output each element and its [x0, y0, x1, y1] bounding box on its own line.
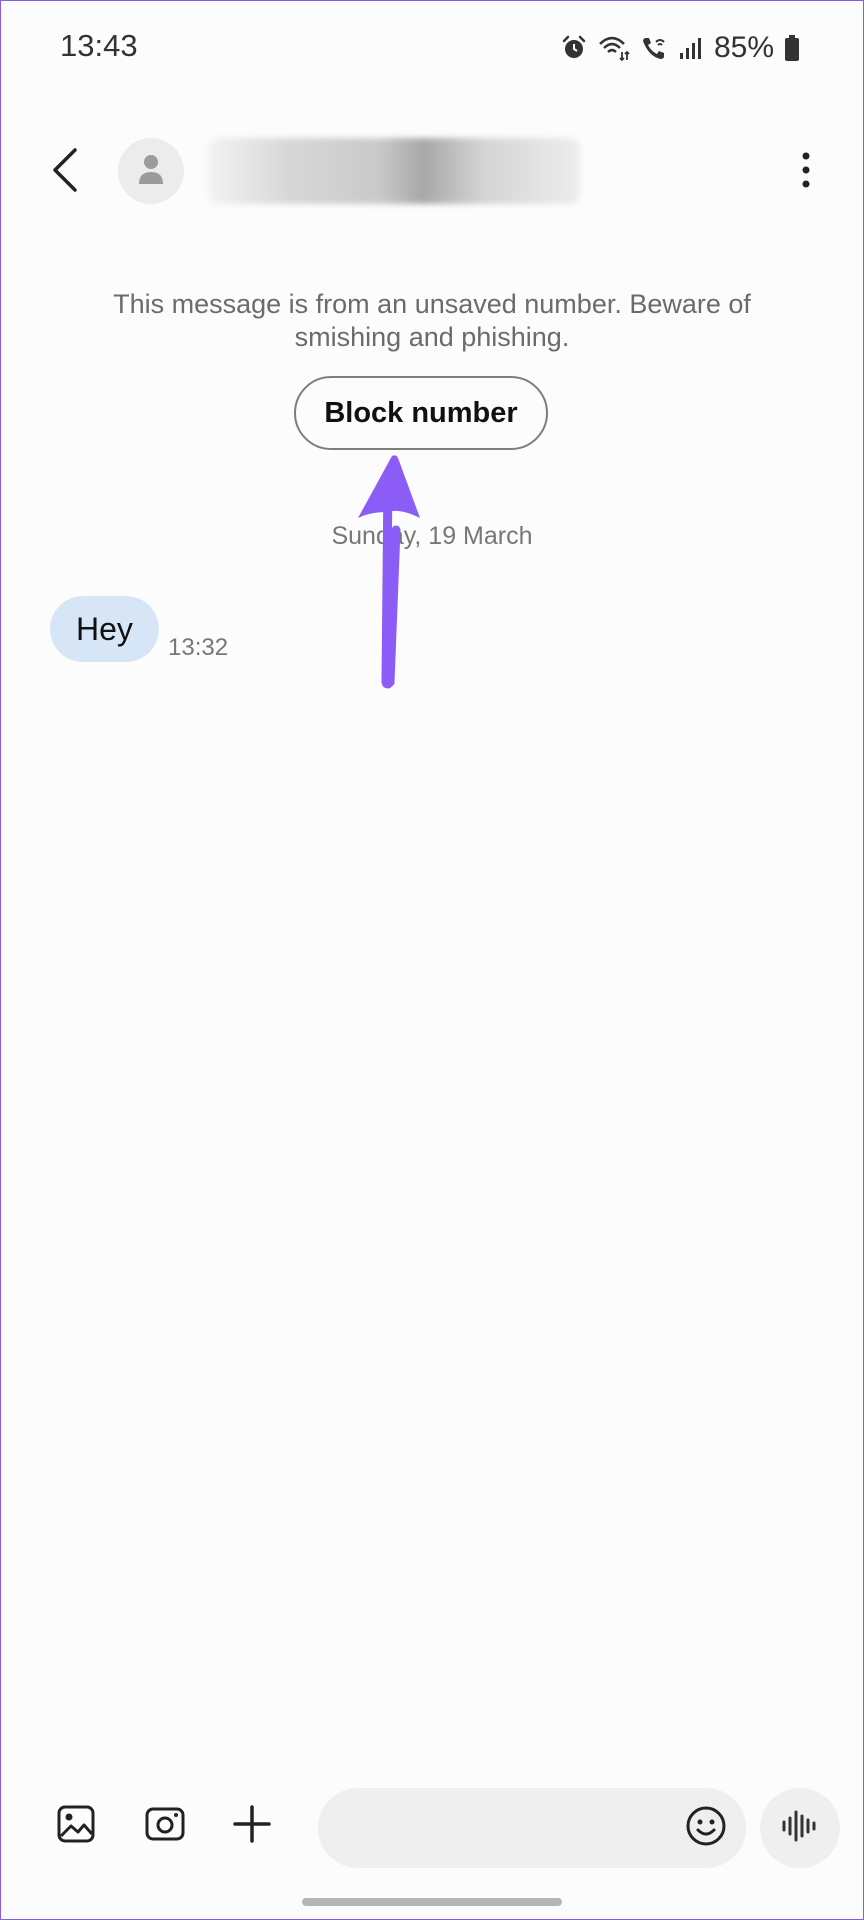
add-icon: [232, 1804, 272, 1849]
unsaved-number-warning: This message is from an unsaved number. …: [113, 289, 751, 352]
more-options-button[interactable]: [794, 148, 818, 196]
emoji-icon: [685, 1805, 727, 1852]
message-input[interactable]: [318, 1788, 746, 1868]
voice-record-button[interactable]: [760, 1788, 840, 1868]
camera-icon: [144, 1804, 186, 1849]
battery-icon: [784, 34, 800, 62]
contact-name[interactable]: +•• ••••• •••••: [208, 138, 580, 204]
alarm-icon: [560, 34, 588, 62]
battery-percent: 85%: [713, 31, 774, 64]
signal-icon: [678, 35, 704, 61]
status-time: 13:43: [60, 28, 138, 63]
status-icons: 85%: [560, 28, 800, 68]
back-icon: [51, 147, 81, 197]
message-time: 13:32: [168, 634, 229, 661]
more-options-icon: [801, 150, 811, 195]
block-number-button[interactable]: Block number: [294, 376, 548, 450]
gallery-icon: [56, 1804, 96, 1849]
back-button[interactable]: [42, 142, 90, 202]
date-separator: Sunday, 19 March: [331, 522, 533, 550]
voice-icon: [780, 1808, 820, 1849]
emoji-button[interactable]: [684, 1806, 728, 1850]
add-button[interactable]: [228, 1802, 276, 1850]
wifi-call-icon: [640, 34, 668, 62]
camera-button[interactable]: [141, 1802, 189, 1850]
message-bubble[interactable]: Hey: [50, 596, 159, 662]
gallery-button[interactable]: [52, 1802, 100, 1850]
annotation-arrow: [358, 455, 420, 689]
avatar[interactable]: [118, 138, 184, 204]
wifi-icon: [598, 34, 630, 62]
home-indicator[interactable]: [302, 1898, 562, 1906]
avatar-icon: [136, 152, 166, 191]
